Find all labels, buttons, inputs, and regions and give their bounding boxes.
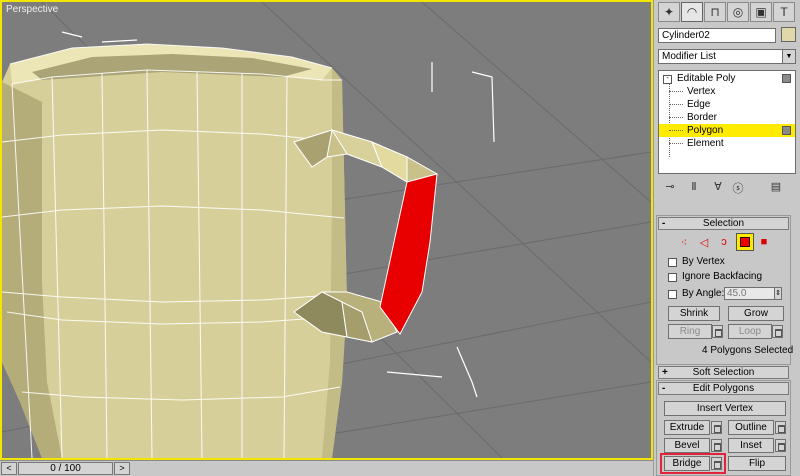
object-name-field[interactable]: Cylinder02 — [658, 28, 776, 43]
outline-settings-button[interactable] — [775, 421, 786, 434]
pin-stack-icon[interactable]: ⊸ — [662, 180, 678, 194]
stack-item-polygon[interactable]: Polygon — [659, 124, 795, 137]
object-color-swatch[interactable] — [781, 27, 796, 42]
ignore-backfacing-checkbox[interactable] — [668, 273, 677, 282]
stack-item-border[interactable]: Border — [659, 111, 795, 124]
mug-body — [2, 43, 347, 458]
stack-item-editable-poly[interactable]: Editable Poly — [659, 72, 795, 85]
time-slider-thumb[interactable]: 0 / 100 — [18, 462, 113, 475]
inset-button[interactable]: Inset — [728, 438, 774, 453]
bevel-settings-button[interactable] — [711, 439, 722, 452]
hierarchy-tab[interactable]: ⊓ — [704, 2, 726, 22]
modify-tab[interactable]: ◠ — [681, 2, 703, 22]
command-panel-tabs: ✦ ◠ ⊓ ◎ ▣ T — [658, 2, 798, 24]
stack-item-label: Polygon — [687, 125, 724, 136]
bridge-settings-button[interactable] — [711, 457, 722, 470]
angle-spinner-arrows[interactable]: ⇕ — [774, 287, 782, 300]
outline-button[interactable]: Outline — [728, 420, 774, 435]
make-unique-icon[interactable]: ∀ — [710, 180, 726, 194]
ignore-backfacing-label: Ignore Backfacing — [682, 271, 763, 282]
selection-rollout-header[interactable]: - Selection — [658, 217, 789, 230]
time-next-button[interactable]: > — [114, 462, 130, 475]
loop-button[interactable]: Loop — [728, 324, 772, 339]
border-mode-icon[interactable]: ↄ — [716, 236, 732, 250]
by-angle-label: By Angle: — [682, 288, 725, 299]
by-angle-checkbox[interactable] — [668, 290, 677, 299]
edge-mode-icon[interactable]: ◁ — [696, 236, 712, 250]
time-prev-button[interactable]: < — [1, 462, 17, 475]
configure-sets-icon[interactable]: ▤ — [768, 180, 784, 194]
show-end-result-icon[interactable]: Ⅱ — [686, 180, 702, 194]
stack-item-vertex[interactable]: Vertex — [659, 85, 795, 98]
create-tab[interactable]: ✦ — [658, 2, 680, 22]
display-tab[interactable]: ▣ — [750, 2, 772, 22]
collapse-sign: - — [662, 218, 666, 229]
ring-button[interactable]: Ring — [668, 324, 712, 339]
stack-item-label: Editable Poly — [677, 73, 736, 84]
subobject-toggle-icon[interactable] — [782, 126, 791, 135]
ring-spinner[interactable] — [712, 325, 723, 338]
modifier-list-label: Modifier List — [662, 51, 716, 62]
by-vertex-label: By Vertex — [682, 256, 725, 267]
selection-title: Selection — [702, 218, 745, 229]
soft-selection-rollout-header[interactable]: + Soft Selection — [658, 366, 789, 379]
shrink-button[interactable]: Shrink — [668, 306, 720, 321]
remove-modifier-icon[interactable]: ⓢ — [730, 180, 746, 195]
bevel-button[interactable]: Bevel — [664, 438, 710, 453]
edit-polygons-title: Edit Polygons — [692, 383, 755, 394]
modifier-toggle-icon[interactable] — [782, 74, 791, 83]
modifier-stack[interactable]: - Editable Poly Vertex Edge Border Polyg… — [658, 70, 796, 174]
stack-item-edge[interactable]: Edge — [659, 98, 795, 111]
insert-vertex-button[interactable]: Insert Vertex — [664, 401, 786, 416]
viewport-label[interactable]: Perspective — [6, 4, 58, 15]
selection-status: 4 Polygons Selected — [702, 345, 794, 356]
command-panel: ✦ ◠ ⊓ ◎ ▣ T Cylinder02 Modifier List ▼ -… — [653, 0, 800, 476]
expand-sign: + — [662, 367, 668, 378]
collapse-sign: - — [662, 383, 666, 394]
modifier-list-dropdown[interactable]: Modifier List ▼ — [658, 49, 796, 64]
edit-polygons-rollout-header[interactable]: - Edit Polygons — [658, 382, 789, 395]
stack-tools: ⊸ Ⅱ ∀ ⓢ ▤ — [658, 178, 796, 196]
polygon-square-icon — [740, 237, 750, 247]
soft-selection-title: Soft Selection — [692, 367, 755, 378]
motion-tab[interactable]: ◎ — [727, 2, 749, 22]
element-mode-icon[interactable]: ■ — [756, 236, 772, 250]
angle-spinner-field[interactable]: 45.0 — [724, 287, 776, 300]
bridge-button[interactable]: Bridge — [664, 456, 710, 471]
extrude-settings-button[interactable] — [711, 421, 722, 434]
grow-button[interactable]: Grow — [728, 306, 784, 321]
by-vertex-checkbox[interactable] — [668, 258, 677, 267]
loop-spinner[interactable] — [772, 325, 783, 338]
vertex-mode-icon[interactable]: ⁖ — [676, 236, 692, 250]
polygon-mode-icon[interactable] — [736, 233, 754, 251]
utilities-tab[interactable]: T — [773, 2, 795, 22]
inset-settings-button[interactable] — [775, 439, 786, 452]
extrude-button[interactable]: Extrude — [664, 420, 710, 435]
perspective-viewport[interactable]: Perspective — [0, 0, 653, 460]
stack-item-element[interactable]: Element — [659, 137, 795, 150]
time-slider[interactable]: < 0 / 100 > — [0, 460, 653, 476]
viewport-scene — [2, 2, 651, 458]
chevron-down-icon[interactable]: ▼ — [782, 50, 795, 63]
flip-button[interactable]: Flip — [728, 456, 786, 471]
